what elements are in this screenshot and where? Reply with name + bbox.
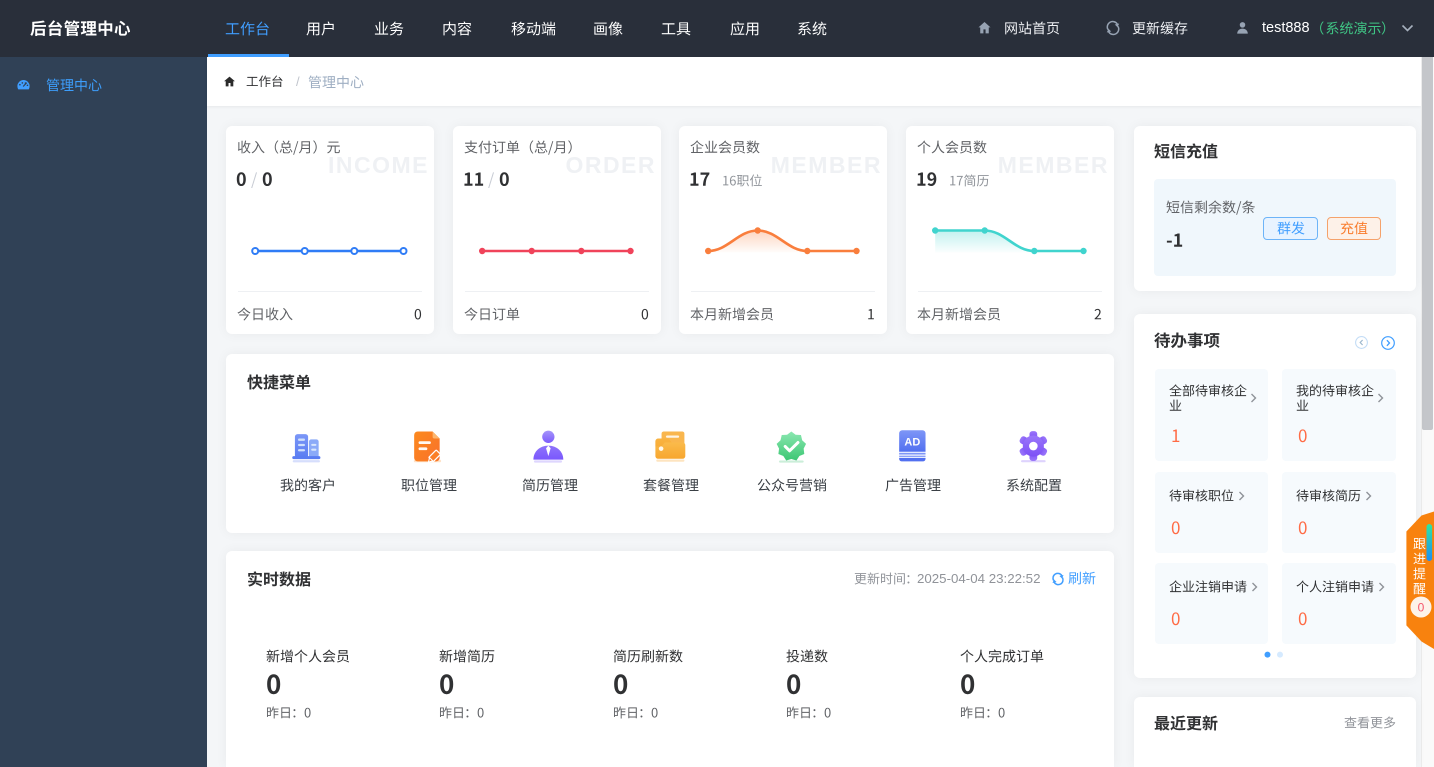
svg-text:AD: AD <box>904 436 920 448</box>
